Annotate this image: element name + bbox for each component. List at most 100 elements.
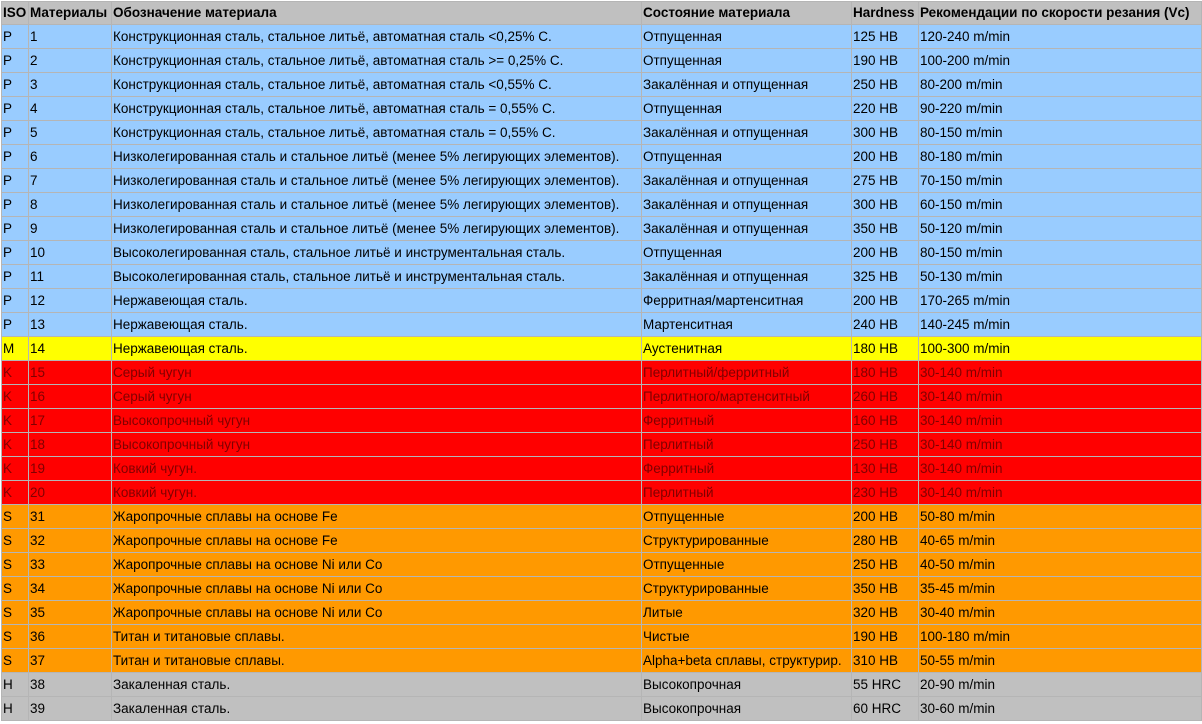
cell-speed[interactable]: 50-130 m/min — [918, 264, 1202, 289]
cell-speed[interactable]: 40-50 m/min — [918, 552, 1202, 577]
cell-iso[interactable]: S — [1, 600, 29, 625]
cell-iso[interactable]: P — [1, 216, 29, 241]
cell-designation[interactable]: Конструкционная сталь, стальное литьё, а… — [111, 120, 642, 145]
cell-material[interactable]: 15 — [28, 360, 112, 385]
cell-designation[interactable]: Жаропрочные сплавы на основе Ni или Co — [111, 552, 642, 577]
cell-iso[interactable]: H — [1, 696, 29, 721]
header-designation[interactable]: Обозначение материала — [111, 1, 642, 25]
cell-designation[interactable]: Низколегированная сталь и стальное литьё… — [111, 192, 642, 217]
cell-iso[interactable]: K — [1, 384, 29, 409]
cell-speed[interactable]: 30-140 m/min — [918, 360, 1202, 385]
cell-speed[interactable]: 100-180 m/min — [918, 624, 1202, 649]
cell-hardness[interactable]: 190 HB — [851, 48, 919, 73]
cell-designation[interactable]: Низколегированная сталь и стальное литьё… — [111, 216, 642, 241]
cell-state[interactable]: Ферритный — [641, 456, 852, 481]
cell-hardness[interactable]: 320 HB — [851, 600, 919, 625]
cell-designation[interactable]: Конструкционная сталь, стальное литьё, а… — [111, 48, 642, 73]
header-iso[interactable]: ISO — [1, 1, 29, 25]
cell-iso[interactable]: P — [1, 48, 29, 73]
cell-hardness[interactable]: 310 HB — [851, 648, 919, 673]
cell-speed[interactable]: 100-200 m/min — [918, 48, 1202, 73]
cell-material[interactable]: 36 — [28, 624, 112, 649]
cell-speed[interactable]: 30-140 m/min — [918, 384, 1202, 409]
cell-speed[interactable]: 30-60 m/min — [918, 696, 1202, 721]
cell-hardness[interactable]: 130 HB — [851, 456, 919, 481]
cell-material[interactable]: 5 — [28, 120, 112, 145]
cell-iso[interactable]: P — [1, 168, 29, 193]
cell-state[interactable]: Закалённая и отпущенная — [641, 264, 852, 289]
cell-material[interactable]: 11 — [28, 264, 112, 289]
cell-iso[interactable]: P — [1, 240, 29, 265]
header-material[interactable]: Материалы — [28, 1, 112, 25]
cell-speed[interactable]: 30-140 m/min — [918, 456, 1202, 481]
cell-state[interactable]: Перлитного/мартенситный — [641, 384, 852, 409]
cell-hardness[interactable]: 160 HB — [851, 408, 919, 433]
cell-iso[interactable]: P — [1, 312, 29, 337]
cell-speed[interactable]: 30-140 m/min — [918, 408, 1202, 433]
cell-designation[interactable]: Ковкий чугун. — [111, 456, 642, 481]
cell-state[interactable]: Перлитный — [641, 432, 852, 457]
cell-material[interactable]: 37 — [28, 648, 112, 673]
cell-iso[interactable]: K — [1, 456, 29, 481]
cell-designation[interactable]: Конструкционная сталь, стальное литьё, а… — [111, 96, 642, 121]
cell-designation[interactable]: Нержавеющая сталь. — [111, 288, 642, 313]
cell-hardness[interactable]: 125 HB — [851, 24, 919, 49]
cell-material[interactable]: 38 — [28, 672, 112, 697]
cell-designation[interactable]: Высоколегированная сталь, стальное литьё… — [111, 240, 642, 265]
cell-state[interactable]: Отпущенная — [641, 24, 852, 49]
cell-speed[interactable]: 80-200 m/min — [918, 72, 1202, 97]
cell-hardness[interactable]: 55 HRC — [851, 672, 919, 697]
cell-state[interactable]: Закалённая и отпущенная — [641, 168, 852, 193]
cell-state[interactable]: Ферритная/мартенситная — [641, 288, 852, 313]
cell-iso[interactable]: K — [1, 480, 29, 505]
cell-speed[interactable]: 50-55 m/min — [918, 648, 1202, 673]
cell-state[interactable]: Отпущенные — [641, 504, 852, 529]
cell-material[interactable]: 14 — [28, 336, 112, 361]
cell-material[interactable]: 3 — [28, 72, 112, 97]
header-state[interactable]: Состояние материала — [641, 1, 852, 25]
cell-iso[interactable]: P — [1, 264, 29, 289]
cell-material[interactable]: 33 — [28, 552, 112, 577]
cell-material[interactable]: 2 — [28, 48, 112, 73]
cell-material[interactable]: 18 — [28, 432, 112, 457]
cell-speed[interactable]: 40-65 m/min — [918, 528, 1202, 553]
cell-material[interactable]: 35 — [28, 600, 112, 625]
cell-state[interactable]: Перлитный/ферритный — [641, 360, 852, 385]
cell-iso[interactable]: S — [1, 528, 29, 553]
cell-designation[interactable]: Жаропрочные сплавы на основе Fe — [111, 504, 642, 529]
cell-hardness[interactable]: 350 HB — [851, 216, 919, 241]
cell-state[interactable]: Высокопрочная — [641, 696, 852, 721]
cell-iso[interactable]: P — [1, 96, 29, 121]
cell-designation[interactable]: Конструкционная сталь, стальное литьё, а… — [111, 24, 642, 49]
cell-speed[interactable]: 50-120 m/min — [918, 216, 1202, 241]
cell-speed[interactable]: 80-180 m/min — [918, 144, 1202, 169]
cell-hardness[interactable]: 280 HB — [851, 528, 919, 553]
cell-state[interactable]: Структурированные — [641, 576, 852, 601]
cell-speed[interactable]: 35-45 m/min — [918, 576, 1202, 601]
cell-hardness[interactable]: 275 HB — [851, 168, 919, 193]
header-speed[interactable]: Рекомендации по скорости резания (Vc) — [918, 1, 1202, 25]
cell-hardness[interactable]: 260 HB — [851, 384, 919, 409]
cell-state[interactable]: Закалённая и отпущенная — [641, 120, 852, 145]
cell-hardness[interactable]: 200 HB — [851, 288, 919, 313]
cell-hardness[interactable]: 180 HB — [851, 360, 919, 385]
cell-hardness[interactable]: 250 HB — [851, 432, 919, 457]
cell-hardness[interactable]: 250 HB — [851, 72, 919, 97]
cell-material[interactable]: 17 — [28, 408, 112, 433]
cell-hardness[interactable]: 240 HB — [851, 312, 919, 337]
cell-speed[interactable]: 30-40 m/min — [918, 600, 1202, 625]
cell-material[interactable]: 13 — [28, 312, 112, 337]
cell-material[interactable]: 12 — [28, 288, 112, 313]
cell-state[interactable]: Отпущенная — [641, 96, 852, 121]
cell-hardness[interactable]: 190 HB — [851, 624, 919, 649]
cell-hardness[interactable]: 250 HB — [851, 552, 919, 577]
cell-speed[interactable]: 90-220 m/min — [918, 96, 1202, 121]
cell-designation[interactable]: Конструкционная сталь, стальное литьё, а… — [111, 72, 642, 97]
cell-iso[interactable]: S — [1, 504, 29, 529]
cell-designation[interactable]: Низколегированная сталь и стальное литьё… — [111, 168, 642, 193]
cell-speed[interactable]: 140-245 m/min — [918, 312, 1202, 337]
cell-hardness[interactable]: 180 HB — [851, 336, 919, 361]
cell-iso[interactable]: P — [1, 288, 29, 313]
cell-state[interactable]: Высокопрочная — [641, 672, 852, 697]
cell-speed[interactable]: 80-150 m/min — [918, 120, 1202, 145]
